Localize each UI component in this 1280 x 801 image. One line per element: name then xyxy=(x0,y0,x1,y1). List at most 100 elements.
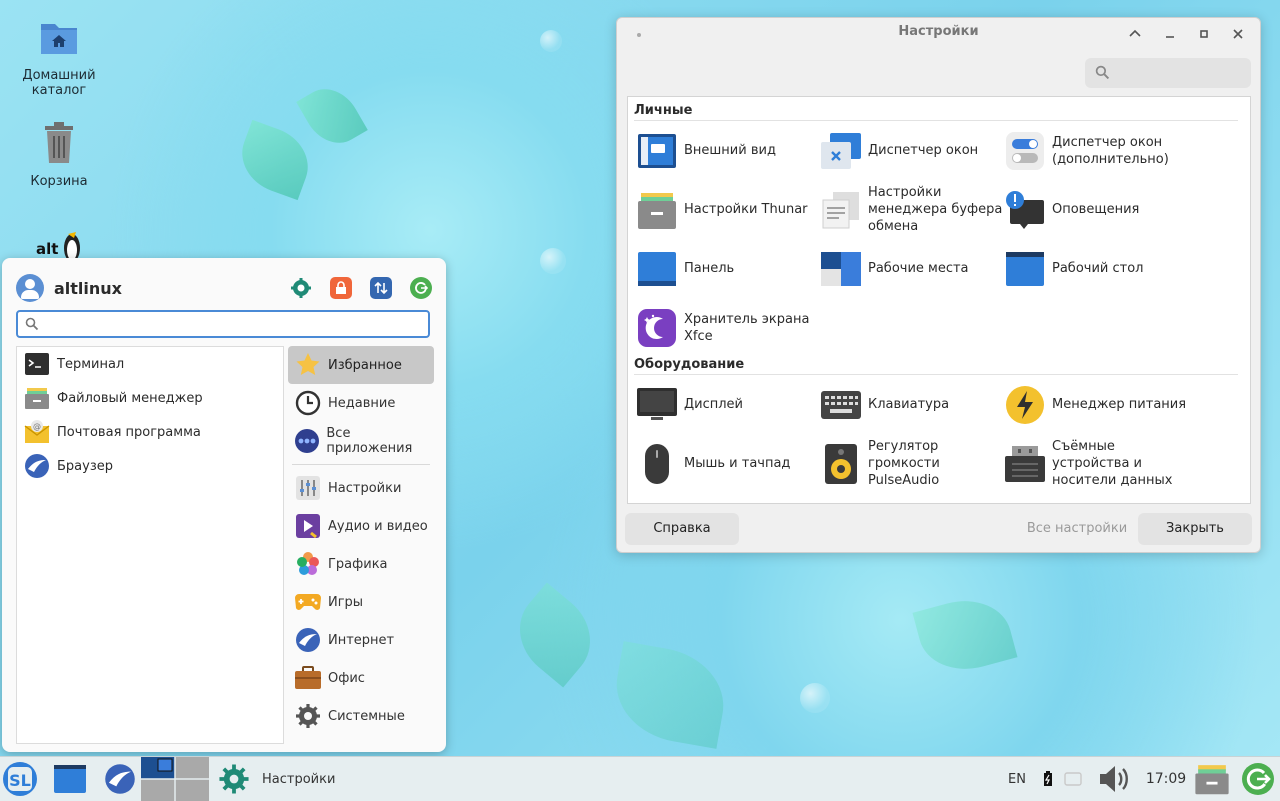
workspace-pager-icon xyxy=(141,757,209,801)
clock[interactable]: 17:09 xyxy=(1140,757,1192,801)
category-recent[interactable]: Недавние xyxy=(288,384,434,422)
desktop-icon-label: Корзина xyxy=(30,174,88,189)
fav-item-terminal[interactable]: Терминал xyxy=(17,347,283,381)
settings-item-label: Диспетчер окон xyxy=(868,143,979,158)
logout-button[interactable] xyxy=(410,277,432,299)
desktop-icon-home[interactable]: Домашний каталог xyxy=(14,16,104,98)
power-icon xyxy=(1004,384,1046,426)
category-office[interactable]: Офис xyxy=(288,659,434,697)
applications-menu-button[interactable]: SL xyxy=(0,757,40,801)
fav-item-label: Файловый менеджер xyxy=(57,390,203,406)
workspace-switcher[interactable] xyxy=(141,757,209,801)
settings-item-pulseaudio[interactable]: Регулятор громкости PulseAudio xyxy=(820,434,1004,493)
applications-menu: altlinux Терминал Файловый менеджер @ По… xyxy=(2,258,446,752)
category-favorites[interactable]: Избранное xyxy=(288,346,434,384)
settings-gear-icon xyxy=(291,278,311,298)
chevron-up-icon xyxy=(1129,29,1141,37)
volume-icon xyxy=(1100,766,1128,792)
category-multimedia[interactable]: Аудио и видео xyxy=(288,507,434,545)
fav-item-browser[interactable]: Браузер xyxy=(17,449,283,483)
alt-logo-text: alt xyxy=(36,240,59,258)
settings-item-label: Регулятор громкости PulseAudio xyxy=(868,439,940,488)
settings-item-appearance[interactable]: Внешний вид xyxy=(636,121,820,180)
svg-text:SL: SL xyxy=(9,771,31,790)
minimize-icon xyxy=(1166,36,1174,38)
help-button[interactable]: Справка xyxy=(625,513,739,545)
notification-tray-icon xyxy=(1064,772,1082,786)
taskbar-window-settings[interactable]: Настройки xyxy=(218,757,418,801)
window-close-button[interactable] xyxy=(1228,26,1248,46)
settings-item-clipboard[interactable]: Настройки менеджера буфера обмена xyxy=(820,180,1004,239)
keyboard-layout-indicator[interactable]: EN xyxy=(1002,757,1032,801)
start-logo-icon: SL xyxy=(3,762,37,796)
category-system[interactable]: Системные xyxy=(288,697,434,735)
settings-item-display[interactable]: Дисплей xyxy=(636,375,820,434)
settings-item-screensaver[interactable]: Хранитель экрана Xfce xyxy=(636,298,820,357)
power-tray[interactable] xyxy=(1038,757,1058,801)
category-internet[interactable]: Интернет xyxy=(288,621,434,659)
settings-item-window-manager[interactable]: Диспетчер окон xyxy=(820,121,1004,180)
svg-text:@: @ xyxy=(33,422,41,431)
settings-item-label: Внешний вид xyxy=(684,143,776,158)
settings-item-power[interactable]: Менеджер питания xyxy=(1004,375,1188,434)
menu-search-field[interactable] xyxy=(16,310,430,338)
settings-item-label: Рабочий стол xyxy=(1052,261,1144,276)
lock-icon xyxy=(336,281,346,294)
settings-item-removable-drives[interactable]: Съёмные устройства и носители данных xyxy=(1004,434,1188,493)
notification-tray[interactable] xyxy=(1062,757,1084,801)
category-graphics[interactable]: Графика xyxy=(288,545,434,583)
fav-item-file-manager[interactable]: Файловый менеджер xyxy=(17,381,283,415)
desktop-icon xyxy=(1004,248,1046,290)
browser-icon xyxy=(23,452,51,480)
clock-icon xyxy=(294,389,322,417)
gamepad-icon xyxy=(294,588,322,616)
window-minimize-button[interactable] xyxy=(1160,26,1180,46)
window-shade-button[interactable] xyxy=(1125,26,1145,46)
category-label: Аудио и видео xyxy=(328,518,428,534)
search-icon xyxy=(25,317,39,331)
category-label: Системные xyxy=(328,708,405,724)
settings-item-label: Диспетчер окон (дополнительно) xyxy=(1052,134,1169,167)
lock-screen-button[interactable] xyxy=(330,277,352,299)
settings-item-thunar[interactable]: Настройки Thunar xyxy=(636,180,820,239)
settings-item-notifications[interactable]: Оповещения xyxy=(1004,180,1188,239)
close-button[interactable]: Закрыть xyxy=(1138,513,1252,545)
category-all-apps[interactable]: Все приложения xyxy=(288,422,434,460)
volume-button[interactable] xyxy=(1094,757,1136,801)
show-desktop-button[interactable] xyxy=(50,757,90,801)
all-settings-button[interactable]: Все настройки xyxy=(1021,513,1133,545)
appearance-icon xyxy=(636,130,678,172)
fav-item-mail[interactable]: @ Почтовая программа xyxy=(17,415,283,449)
menu-search-input[interactable] xyxy=(46,315,420,335)
internet-icon xyxy=(294,626,322,654)
settings-item-workspaces[interactable]: Рабочие места xyxy=(820,239,1004,298)
desktop-icon-trash[interactable]: Корзина xyxy=(14,120,104,189)
screensaver-icon xyxy=(636,307,678,349)
logout-icon xyxy=(1242,763,1274,795)
settings-search-field[interactable] xyxy=(1085,58,1251,88)
trash-icon xyxy=(14,120,104,170)
category-settings[interactable]: Настройки xyxy=(288,469,434,507)
settings-manager-button[interactable] xyxy=(290,277,312,299)
category-games[interactable]: Игры xyxy=(288,583,434,621)
settings-item-panel[interactable]: Панель xyxy=(636,239,820,298)
window-maximize-button[interactable] xyxy=(1194,26,1214,46)
category-list: Избранное Недавние Все приложения Настро… xyxy=(288,346,434,735)
category-label: Все приложения xyxy=(326,426,413,456)
browser-icon xyxy=(105,764,135,794)
file-manager-launcher[interactable] xyxy=(1192,757,1232,801)
browser-launcher[interactable] xyxy=(100,757,140,801)
section-grid-hardware: Дисплей Клавиатура Менеджер питания Мышь… xyxy=(636,375,1250,493)
settings-item-mouse[interactable]: Мышь и тачпад xyxy=(636,434,820,493)
settings-item-keyboard[interactable]: Клавиатура xyxy=(820,375,1004,434)
home-folder-icon xyxy=(14,16,104,64)
settings-search-input[interactable] xyxy=(1115,64,1245,81)
settings-item-desktop[interactable]: Рабочий стол xyxy=(1004,239,1188,298)
settings-item-window-manager-tweaks[interactable]: Диспетчер окон (дополнительно) xyxy=(1004,121,1188,180)
terminal-icon xyxy=(23,350,51,378)
category-label: Графика xyxy=(328,556,388,572)
logout-launcher[interactable] xyxy=(1238,757,1278,801)
battery-icon xyxy=(1044,771,1052,786)
switch-user-button[interactable] xyxy=(370,277,392,299)
settings-panel: Личные Внешний вид Диспетчер окон Диспет… xyxy=(627,96,1251,504)
